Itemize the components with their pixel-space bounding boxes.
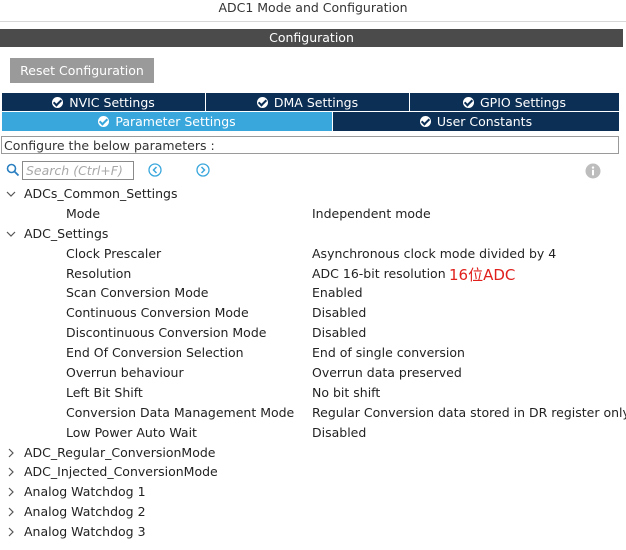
- group-adc-injected-conversionmode[interactable]: ADC_Injected_ConversionMode: [0, 462, 626, 482]
- group-analog-watchdog-1[interactable]: Analog Watchdog 1: [0, 482, 626, 502]
- param-name: Resolution: [66, 265, 132, 281]
- param-name: Left Bit Shift: [66, 384, 143, 400]
- param-name: End Of Conversion Selection: [66, 345, 244, 361]
- group-label: ADC_Settings: [24, 225, 109, 241]
- param-row[interactable]: Left Bit Shift No bit shift: [0, 383, 626, 403]
- param-value[interactable]: Enabled: [312, 283, 363, 303]
- configuration-header: Configuration: [0, 29, 623, 47]
- parameter-tree: ADCs_Common_Settings Mode Independent mo…: [0, 184, 626, 542]
- tab-label: GPIO Settings: [480, 94, 566, 110]
- check-circle-icon: [419, 116, 431, 127]
- param-row[interactable]: Mode Independent mode: [0, 204, 626, 224]
- check-circle-icon: [463, 96, 474, 108]
- param-name: Low Power Auto Wait: [66, 424, 197, 440]
- param-row[interactable]: Conversion Data Management Mode Regular …: [0, 403, 626, 423]
- tab-label: DMA Settings: [273, 94, 359, 110]
- search-next-icon[interactable]: [196, 163, 210, 177]
- group-adc-regular-conversionmode[interactable]: ADC_Regular_ConversionMode: [0, 443, 626, 463]
- group-label: ADC_Regular_ConversionMode: [24, 444, 216, 460]
- chevron-right-icon[interactable]: [6, 467, 16, 477]
- parameters-hint: Configure the below parameters :: [1, 136, 619, 154]
- tab-parameter-settings[interactable]: Parameter Settings: [2, 112, 333, 131]
- window-title: ADC1 Mode and Configuration: [218, 0, 408, 15]
- param-value[interactable]: Independent mode: [312, 204, 431, 224]
- tab-label: NVIC Settings: [69, 94, 155, 110]
- check-circle-icon: [256, 96, 268, 108]
- chevron-down-icon[interactable]: [6, 229, 16, 239]
- param-row[interactable]: Continuous Conversion Mode Disabled: [0, 303, 626, 323]
- param-value[interactable]: No bit shift: [312, 383, 380, 403]
- tab-label: Parameter Settings: [115, 114, 236, 129]
- param-value[interactable]: End of single conversion: [312, 343, 465, 363]
- tab-user-constants[interactable]: User Constants: [333, 112, 619, 131]
- info-icon[interactable]: [585, 163, 601, 179]
- param-value[interactable]: Disabled: [312, 423, 366, 443]
- check-circle-icon: [52, 96, 64, 108]
- group-label: ADCs_Common_Settings: [24, 186, 178, 201]
- param-name: Scan Conversion Mode: [66, 285, 209, 301]
- group-analog-watchdog-3[interactable]: Analog Watchdog 3: [0, 522, 626, 542]
- param-value[interactable]: Disabled: [312, 303, 366, 323]
- param-row[interactable]: Low Power Auto Wait Disabled: [0, 423, 626, 443]
- group-analog-watchdog-2[interactable]: Analog Watchdog 2: [0, 502, 626, 522]
- settings-tabs-row-2: Parameter Settings User Constants: [2, 112, 619, 131]
- param-value[interactable]: Regular Conversion data stored in DR reg…: [312, 403, 626, 423]
- search-previous-icon[interactable]: [148, 163, 162, 177]
- chevron-right-icon[interactable]: [6, 527, 16, 537]
- search-bar: [4, 160, 619, 182]
- group-label: Analog Watchdog 1: [24, 484, 146, 500]
- divider: [0, 21, 626, 22]
- group-adcs-common-settings[interactable]: ADCs_Common_Settings: [0, 184, 626, 204]
- param-name: Clock Prescaler: [66, 245, 162, 261]
- chevron-right-icon[interactable]: [6, 487, 16, 497]
- param-value[interactable]: ADC 16-bit resolution: [312, 264, 446, 284]
- group-label: Analog Watchdog 2: [24, 504, 146, 520]
- group-adc-settings[interactable]: ADC_Settings: [0, 224, 626, 244]
- check-circle-icon: [98, 116, 110, 127]
- param-name: Discontinuous Conversion Mode: [66, 325, 267, 341]
- tab-gpio-settings[interactable]: GPIO Settings: [410, 93, 619, 111]
- group-label: ADC_Injected_ConversionMode: [24, 464, 218, 480]
- param-row[interactable]: Scan Conversion Mode Enabled: [0, 283, 626, 303]
- param-value[interactable]: Overrun data preserved: [312, 363, 462, 383]
- tab-label: User Constants: [436, 114, 533, 129]
- param-name: Conversion Data Management Mode: [66, 404, 295, 420]
- param-value[interactable]: Disabled: [312, 323, 366, 343]
- param-row[interactable]: Discontinuous Conversion Mode Disabled: [0, 323, 626, 343]
- tab-dma-settings[interactable]: DMA Settings: [206, 93, 410, 111]
- search-input[interactable]: [22, 161, 134, 180]
- resolution-annotation: 16位ADC: [449, 266, 516, 284]
- param-row[interactable]: End Of Conversion Selection End of singl…: [0, 343, 626, 363]
- tab-nvic-settings[interactable]: NVIC Settings: [2, 93, 206, 111]
- param-name: Continuous Conversion Mode: [66, 305, 249, 321]
- param-row[interactable]: Resolution ADC 16-bit resolution: [0, 264, 626, 284]
- search-icon[interactable]: [6, 163, 20, 177]
- param-row[interactable]: Overrun behaviour Overrun data preserved: [0, 363, 626, 383]
- param-value[interactable]: Asynchronous clock mode divided by 4: [312, 244, 556, 264]
- reset-configuration-button[interactable]: Reset Configuration: [10, 58, 154, 83]
- settings-tabs-row-1: NVIC Settings DMA Settings GPIO Settings: [2, 93, 619, 111]
- param-row[interactable]: Clock Prescaler Asynchronous clock mode …: [0, 244, 626, 264]
- chevron-down-icon[interactable]: [6, 189, 16, 199]
- chevron-right-icon[interactable]: [6, 448, 16, 458]
- param-name: Mode: [66, 205, 101, 221]
- group-label: Analog Watchdog 3: [24, 524, 146, 540]
- chevron-right-icon[interactable]: [6, 507, 16, 517]
- param-name: Overrun behaviour: [66, 365, 184, 381]
